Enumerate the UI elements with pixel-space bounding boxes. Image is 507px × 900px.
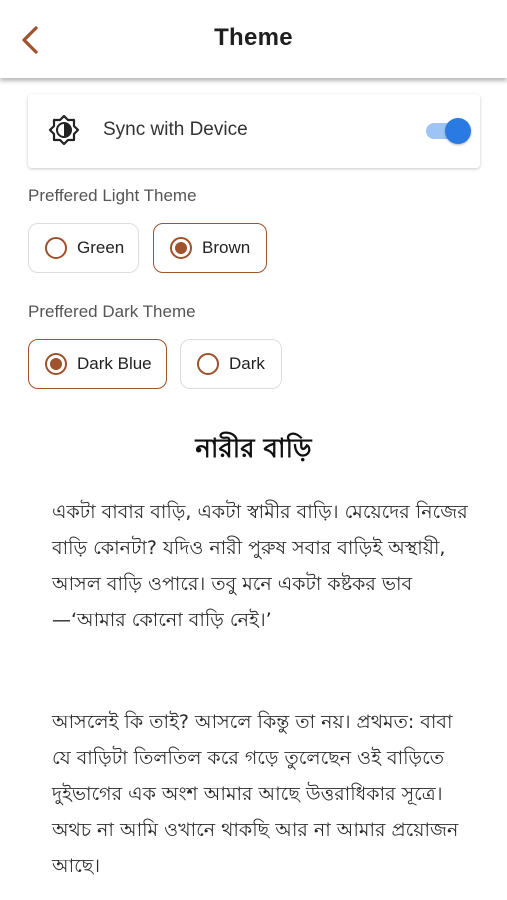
- dark-theme-option-dark[interactable]: Dark: [180, 339, 282, 389]
- light-theme-label: Preffered Light Theme: [28, 186, 197, 205]
- page-title: Theme: [214, 24, 293, 51]
- preview-article-title: নারীর বাড়ি: [195, 434, 312, 464]
- light-theme-option-green[interactable]: Green: [28, 223, 139, 273]
- sync-with-device-card[interactable]: Sync with Device: [28, 94, 480, 168]
- radio-selected: [170, 237, 192, 259]
- preview-paragraph-1: একটা বাবার বাড়ি, একটা স্বামীর বাড়ি। মে…: [52, 501, 468, 631]
- dark-theme-label: Preffered Dark Theme: [28, 302, 196, 321]
- app-header: Theme: [0, 0, 507, 78]
- radio-selected: [45, 353, 67, 375]
- preview-paragraph-2: আসলেই কি তাই? আসলে কিন্তু তা নয়। প্রথমত…: [52, 711, 459, 877]
- dark-theme-option-dark-blue[interactable]: Dark Blue: [28, 339, 167, 389]
- sync-label: Sync with Device: [103, 119, 248, 140]
- option-label: Dark: [229, 354, 265, 373]
- option-label: Green: [77, 238, 125, 257]
- radio-unselected: [45, 237, 67, 259]
- brightness-auto-icon: [48, 114, 80, 146]
- radio-unselected: [197, 353, 219, 375]
- option-label: Brown: [202, 238, 251, 257]
- sync-toggle[interactable]: [424, 118, 474, 144]
- toggle-thumb: [445, 118, 471, 144]
- option-label: Dark Blue: [77, 354, 152, 373]
- light-theme-option-brown[interactable]: Brown: [153, 223, 267, 273]
